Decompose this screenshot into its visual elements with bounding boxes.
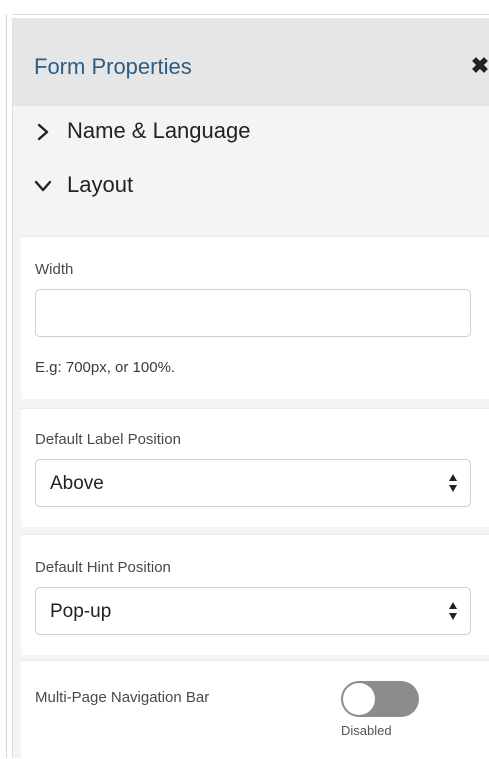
select-value: Pop-up [50, 601, 112, 622]
nav-bar-toggle[interactable] [341, 681, 419, 717]
width-label: Width [35, 261, 74, 278]
hint-position-label: Default Hint Position [35, 559, 171, 576]
hint-position-select[interactable]: Pop-up [35, 587, 471, 635]
close-icon[interactable]: ✖ [470, 54, 489, 78]
chevron-down-icon [34, 180, 52, 192]
form-properties-panel: Form Properties ✖ Name & Language Layout… [12, 18, 489, 759]
label-position-select[interactable]: Above [35, 459, 471, 507]
panel-header: Form Properties ✖ [13, 18, 489, 107]
select-value: Above [50, 473, 104, 494]
select-arrows-icon [449, 602, 457, 620]
left-divider [6, 14, 7, 758]
toggle-state-label: Disabled [341, 723, 392, 738]
top-frame [0, 0, 489, 15]
chevron-right-icon [37, 123, 49, 141]
accordion-label: Layout [67, 172, 134, 197]
width-hint: E.g: 700px, or 100%. [35, 359, 176, 376]
nav-bar-label: Multi-Page Navigation Bar [35, 689, 210, 706]
hint-position-card: Default Hint Position Pop-up [21, 534, 489, 655]
width-card: Width E.g: 700px, or 100%. [21, 236, 489, 399]
accordion-name-language[interactable]: Name & Language [13, 106, 489, 160]
panel-title: Form Properties [34, 54, 192, 79]
accordion-layout[interactable]: Layout [13, 160, 489, 214]
toggle-knob [343, 683, 375, 715]
nav-bar-card: Multi-Page Navigation Bar Disabled [21, 660, 489, 759]
width-input[interactable] [35, 289, 471, 337]
accordion-label: Name & Language [67, 118, 251, 143]
label-position-label: Default Label Position [35, 431, 181, 448]
select-arrows-icon [449, 474, 457, 492]
label-position-card: Default Label Position Above [21, 408, 489, 527]
